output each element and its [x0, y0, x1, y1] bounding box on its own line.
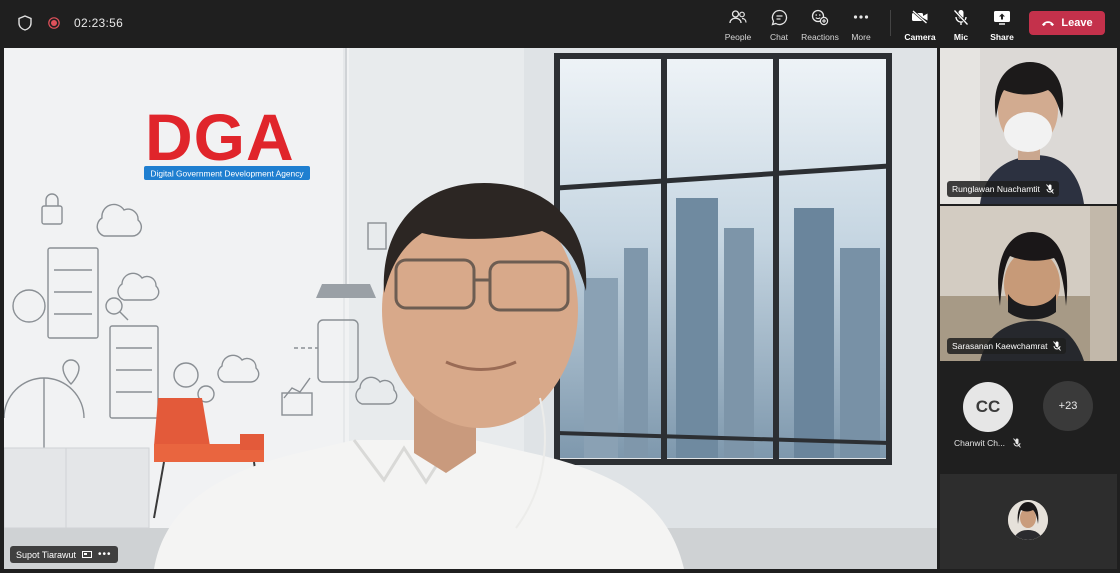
muted-mic-icon [1053, 341, 1062, 351]
muted-mic-icon [1046, 184, 1054, 194]
reactions-icon [810, 8, 830, 26]
recording-icon [48, 17, 60, 29]
camera-label: Camera [904, 32, 936, 42]
meeting-toolbar: 02:23:56 People Chat Reactions More Came… [0, 0, 1120, 46]
participant-name-tag: Runglawan Nuachamtit [947, 181, 1059, 197]
self-view-avatar [1008, 500, 1048, 540]
dga-subtitle: Digital Government Development Agency [150, 169, 304, 179]
people-label: People [724, 32, 752, 42]
more-label: More [851, 32, 871, 42]
participant-name: Runglawan Nuachamtit [952, 184, 1040, 194]
more-icon [851, 8, 871, 26]
reactions-label: Reactions [801, 32, 839, 42]
leave-button[interactable]: Leave [1029, 11, 1105, 35]
participant-tile[interactable]: Sarasanan Kaewchamrat [940, 206, 1117, 361]
share-button[interactable]: Share [976, 8, 1028, 42]
speaker-more-options-icon[interactable]: ••• [98, 549, 112, 560]
participant-tile-group: CC +23 Chanwit Ch... [940, 364, 1117, 472]
share-label: Share [990, 32, 1014, 42]
dga-logo: DGA [145, 100, 295, 174]
muted-mic-icon [1013, 438, 1021, 448]
people-icon [728, 8, 748, 26]
speaker-name: Supot Tiarawut [16, 549, 77, 560]
shared-screen-icon [82, 550, 93, 559]
speaker-name-tag: Supot Tiarawut ••• [10, 546, 118, 563]
participant-name: Sarasanan Kaewchamrat [952, 341, 1048, 351]
main-video[interactable]: DGA Digital Government Development Agenc… [4, 48, 937, 569]
avatar[interactable]: CC [963, 382, 1013, 432]
speaker-video-frame: DGA Digital Government Development Agenc… [4, 48, 937, 569]
participant-name-tag: Chanwit Ch... [954, 438, 1021, 448]
shield-icon [18, 15, 32, 31]
more-button[interactable]: More [835, 8, 887, 42]
participant-tile[interactable]: Runglawan Nuachamtit [940, 48, 1117, 204]
chat-label: Chat [770, 32, 788, 42]
camera-off-icon [910, 8, 930, 26]
meeting-timer: 02:23:56 [74, 16, 124, 30]
mic-off-icon [951, 8, 971, 26]
more-participants-button[interactable]: +23 [1043, 381, 1093, 431]
mic-label: Mic [953, 32, 969, 42]
self-view-tile[interactable] [940, 474, 1117, 569]
meeting-status: 02:23:56 [18, 13, 123, 33]
share-screen-icon [992, 8, 1012, 26]
toolbar-divider [890, 10, 891, 36]
participant-name-tag: Sarasanan Kaewchamrat [947, 338, 1067, 354]
hang-up-icon [1041, 20, 1061, 27]
leave-label: Leave [1061, 17, 1093, 29]
chat-icon [769, 8, 789, 26]
participant-name: Chanwit Ch... [954, 438, 1006, 448]
